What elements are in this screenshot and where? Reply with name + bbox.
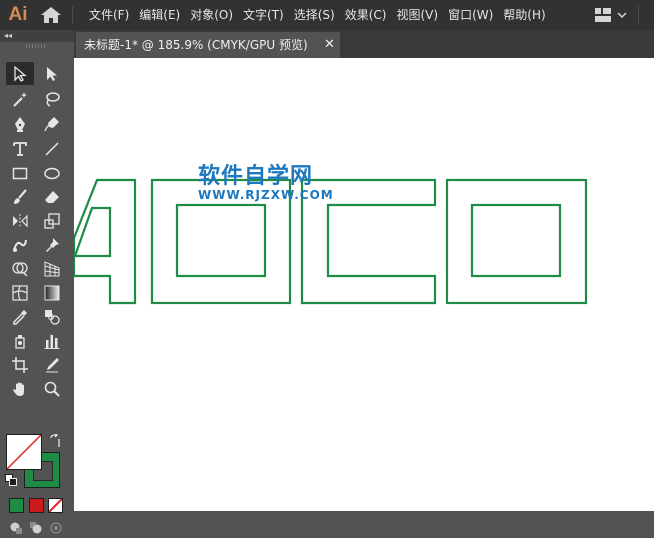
symbol-sprayer-tool[interactable] — [6, 329, 34, 352]
swap-fill-stroke-icon[interactable] — [48, 434, 62, 448]
letter-o2-outline — [445, 178, 588, 305]
type-tool[interactable] — [6, 137, 34, 160]
perspective-grid-icon — [44, 260, 60, 276]
document-tab-bar: 未标题-1* @ 185.9% (CMYK/GPU 预览) ✕ — [74, 30, 654, 58]
pin-icon — [46, 237, 59, 252]
panel-grip[interactable] — [26, 44, 46, 48]
eraser-icon — [45, 190, 59, 203]
column-graph-tool[interactable] — [38, 329, 66, 352]
letter-a-counter — [74, 206, 112, 258]
tools-panel-header[interactable]: ◂◂ — [0, 30, 74, 42]
mesh-tool[interactable] — [6, 281, 34, 304]
reflect-tool[interactable] — [6, 209, 34, 232]
pin-tool[interactable] — [38, 233, 66, 256]
gradient-tool[interactable] — [38, 281, 66, 304]
collapse-icon[interactable]: ◂◂ — [4, 30, 12, 42]
eyedropper-tool[interactable] — [6, 305, 34, 328]
paintbrush-icon — [14, 188, 27, 204]
draw-modes — [5, 518, 71, 538]
gradient-icon — [44, 285, 60, 300]
puppet-warp-tool[interactable] — [6, 233, 34, 256]
workspace-switcher-icon[interactable] — [592, 6, 628, 24]
shape-builder-icon — [12, 261, 28, 277]
draw-inside-icon[interactable] — [49, 521, 63, 535]
type-icon — [13, 141, 27, 156]
artboard-canvas[interactable]: 软件自学网 WWW.RJZXW.COM — [74, 58, 654, 511]
column-graph-icon — [44, 334, 60, 349]
ellipse-tool[interactable] — [38, 161, 66, 184]
curvature-pen-icon — [44, 116, 59, 131]
perspective-grid-tool[interactable] — [38, 257, 66, 280]
mesh-icon — [12, 284, 28, 301]
draw-normal-icon[interactable] — [9, 521, 23, 535]
watermark-url: WWW.RJZXW.COM — [198, 188, 334, 202]
main-menu: 文件(F) 编辑(E) 对象(O) 文字(T) 选择(S) 效果(C) 视图(V… — [84, 0, 551, 30]
ellipse-icon — [44, 167, 60, 179]
home-icon[interactable] — [40, 6, 62, 24]
letter-o-counter — [175, 203, 267, 278]
document-tab[interactable]: 未标题-1* @ 185.9% (CMYK/GPU 预览) ✕ — [76, 32, 340, 58]
zoom-icon — [44, 381, 60, 397]
magic-wand-tool[interactable] — [6, 87, 34, 110]
artboard-tool[interactable] — [6, 353, 34, 376]
fill-swatch[interactable] — [6, 434, 42, 470]
eraser-tool[interactable] — [38, 185, 66, 208]
letter-a-outline — [74, 178, 137, 305]
menu-object[interactable]: 对象(O) — [185, 0, 238, 30]
scale-tool[interactable] — [38, 209, 66, 232]
app-logo: Ai — [8, 4, 28, 25]
menu-edit[interactable]: 编辑(E) — [134, 0, 185, 30]
artboard-icon — [12, 356, 28, 373]
reflect-icon — [13, 213, 28, 228]
symbol-sprayer-icon — [15, 334, 25, 349]
magic-wand-icon — [13, 91, 27, 107]
shape-builder-tool[interactable] — [6, 257, 34, 280]
blend-tool[interactable] — [38, 305, 66, 328]
artwork — [74, 178, 588, 305]
default-colors-icon[interactable] — [5, 474, 17, 486]
pen-icon — [15, 116, 25, 132]
lasso-tool[interactable] — [38, 87, 66, 110]
tools-panel: ◂◂ — [0, 30, 74, 534]
menu-effect[interactable]: 效果(C) — [340, 0, 392, 30]
eyedropper-icon — [13, 309, 27, 325]
direct-selection-arrow-icon — [47, 66, 57, 81]
menu-select[interactable]: 选择(S) — [289, 0, 340, 30]
menu-separator — [72, 6, 73, 24]
menu-bar: Ai 文件(F) 编辑(E) 对象(O) 文字(T) 选择(S) 效果(C) 视… — [0, 0, 654, 30]
direct-selection-tool[interactable] — [38, 62, 66, 85]
menu-type[interactable]: 文字(T) — [238, 0, 289, 30]
pen-tool[interactable] — [6, 112, 34, 135]
menu-window[interactable]: 窗口(W) — [443, 0, 498, 30]
paintbrush-tool[interactable] — [6, 185, 34, 208]
scale-icon — [44, 212, 60, 229]
rectangle-icon — [12, 167, 28, 179]
rectangle-tool[interactable] — [6, 161, 34, 184]
document-tab-label: 未标题-1* @ 185.9% (CMYK/GPU 预览) — [84, 38, 308, 52]
slice-tool[interactable] — [38, 353, 66, 376]
hand-icon — [13, 382, 24, 396]
lasso-icon — [46, 91, 60, 107]
menu-view[interactable]: 视图(V) — [391, 0, 443, 30]
draw-behind-icon[interactable] — [29, 521, 43, 535]
curvature-tool[interactable] — [38, 112, 66, 135]
selection-arrow-icon — [14, 65, 27, 82]
puppet-warp-icon — [13, 239, 27, 252]
watermark-title: 软件自学网 — [198, 164, 314, 189]
line-segment-tool[interactable] — [38, 137, 66, 160]
menu-help[interactable]: 帮助(H) — [498, 0, 550, 30]
line-segment-icon — [45, 141, 59, 156]
none-slash-icon — [49, 499, 62, 512]
menu-separator — [638, 6, 639, 24]
hand-tool[interactable] — [6, 377, 34, 400]
menu-file[interactable]: 文件(F) — [84, 0, 134, 30]
close-icon[interactable]: ✕ — [324, 32, 335, 58]
slice-icon — [46, 357, 59, 372]
blend-icon — [45, 309, 60, 325]
letter-o2-counter — [470, 203, 562, 278]
selection-tool[interactable] — [6, 62, 34, 85]
none-slash-icon — [7, 435, 41, 469]
zoom-tool[interactable] — [38, 377, 66, 400]
